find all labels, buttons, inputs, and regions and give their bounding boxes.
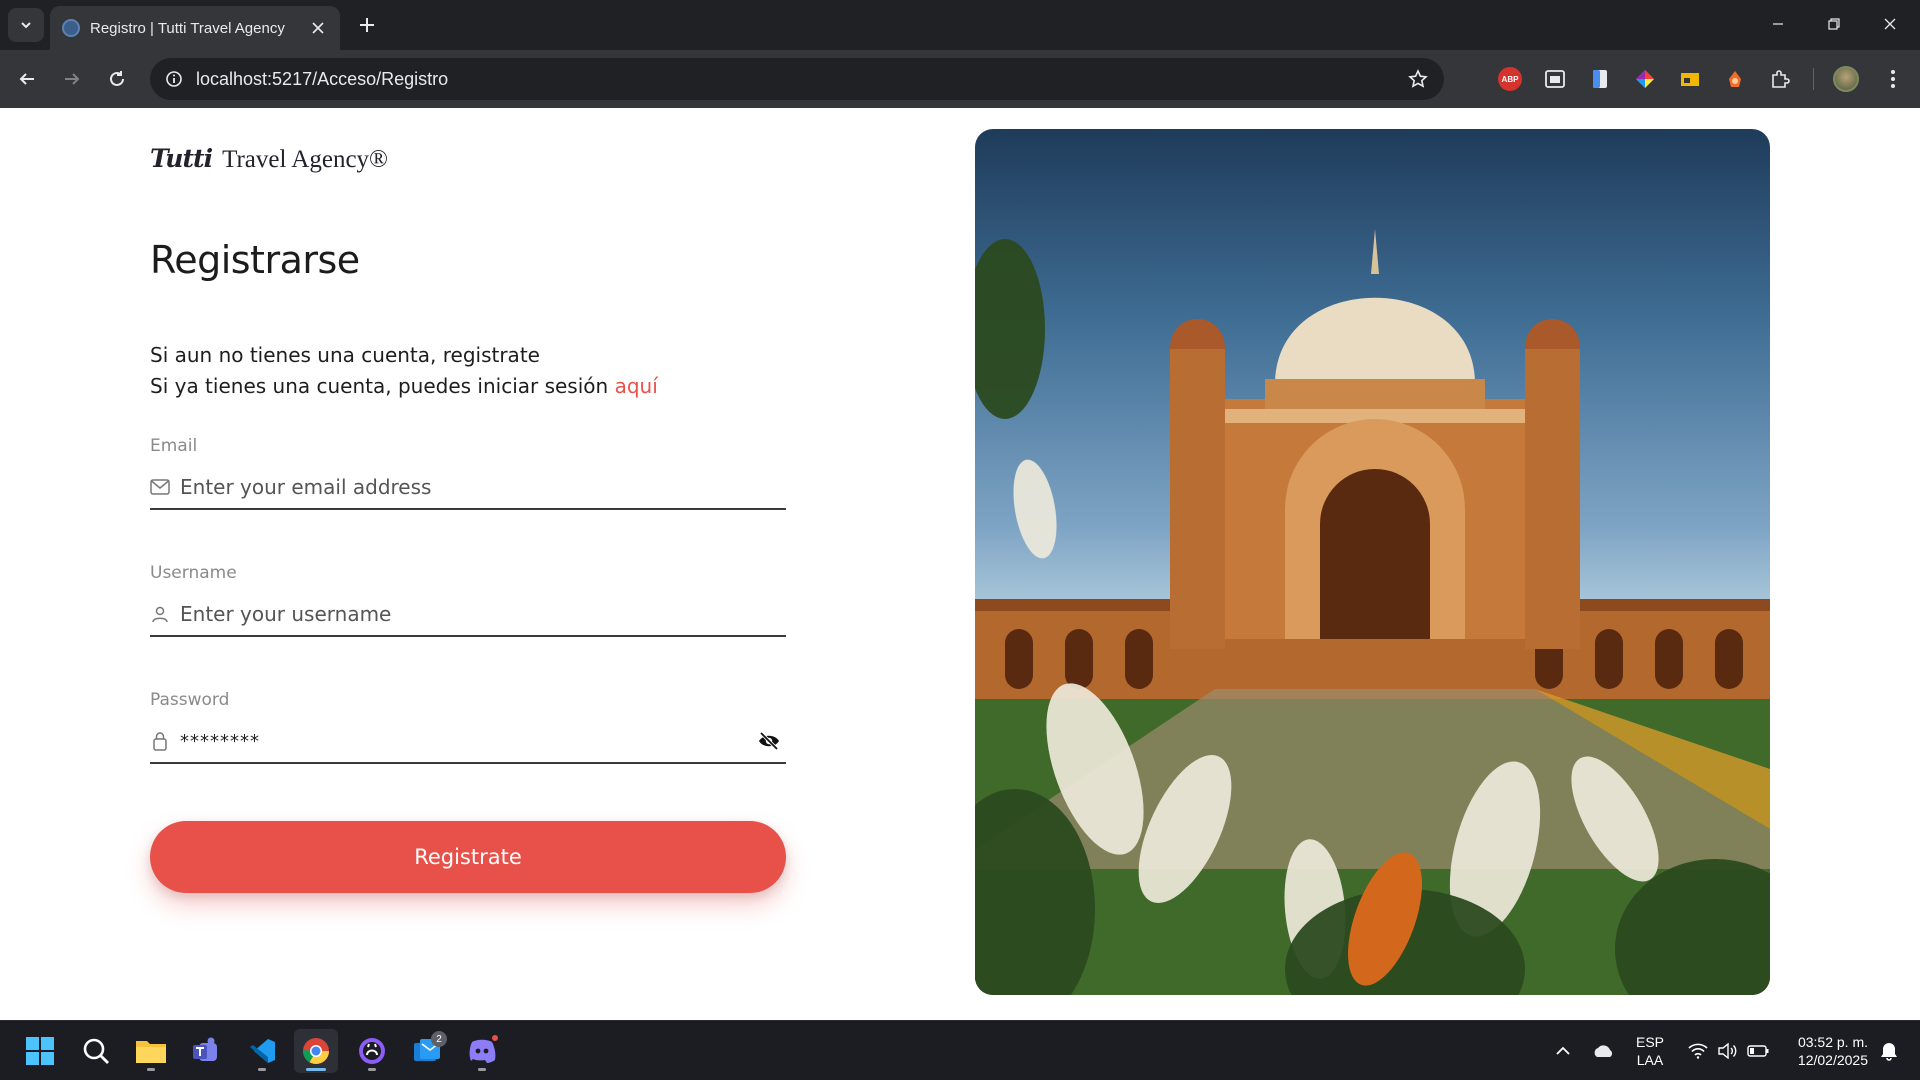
running-indicator (147, 1068, 155, 1071)
restore-button[interactable] (1806, 0, 1862, 48)
mail-app-icon[interactable]: 2 (405, 1029, 449, 1073)
register-button[interactable]: Registrate (150, 821, 786, 893)
tab-search-button[interactable] (8, 8, 44, 42)
arrow-left-icon (19, 73, 34, 85)
restore-icon (1828, 18, 1840, 30)
hero-monument-image (975, 129, 1770, 995)
intro-line-login: Si ya tienes una cuenta, puedes iniciar … (150, 371, 658, 402)
abp-icon[interactable]: ABP (1498, 67, 1522, 91)
folder-tag-icon[interactable] (1678, 67, 1702, 91)
github-desktop-icon[interactable] (350, 1029, 394, 1073)
intro-line-register: Si aun no tienes una cuenta, registrate (150, 343, 540, 367)
minimize-icon (1773, 23, 1783, 25)
browser-tab-active[interactable]: Registro | Tutti Travel Agency (50, 6, 340, 50)
running-indicator (478, 1068, 486, 1071)
address-bar[interactable]: localhost:5217/Acceso/Registro (150, 58, 1444, 100)
forward-button[interactable] (55, 62, 89, 96)
color-picker-icon[interactable] (1633, 67, 1657, 91)
page-title: Registrarse (150, 238, 360, 282)
clock-time: 03:52 p. m. (1797, 1034, 1868, 1050)
chrome-icon[interactable] (294, 1029, 338, 1073)
new-tab-button[interactable] (352, 10, 382, 40)
battery-icon[interactable] (1744, 1021, 1772, 1080)
search-icon[interactable] (74, 1029, 118, 1073)
username-field-group: Username (150, 563, 786, 637)
running-indicator-active (306, 1068, 326, 1071)
profile-avatar[interactable] (1833, 66, 1859, 92)
username-input[interactable] (180, 594, 786, 634)
clock-date: 12/02/2025 (1797, 1052, 1868, 1068)
logo-text: Travel Agency® (222, 146, 389, 173)
username-label: Username (150, 563, 237, 583)
login-link[interactable]: aquí (615, 374, 658, 398)
puzzle-icon[interactable] (1768, 67, 1792, 91)
language-code: ESP (1635, 1034, 1664, 1050)
running-indicator (368, 1068, 376, 1071)
windows-start-icon[interactable] (18, 1029, 62, 1073)
onedrive-cloud-icon[interactable] (1586, 1021, 1620, 1080)
registration-page: Tutti Travel Agency® Registrarse Si aun … (0, 108, 1920, 1020)
vscode-icon[interactable] (240, 1029, 284, 1073)
reload-button[interactable] (100, 62, 134, 96)
running-indicator (258, 1068, 266, 1071)
brand-logo[interactable]: Tutti Travel Agency® (150, 144, 388, 174)
email-label: Email (150, 436, 198, 456)
chevron-up-icon[interactable] (1548, 1021, 1578, 1080)
lock-icon (150, 731, 170, 751)
site-info-icon[interactable] (162, 67, 186, 91)
system-clock[interactable]: 03:52 p. m. 12/02/2025 (1778, 1021, 1868, 1080)
language-indicator[interactable]: ESP LAA (1630, 1021, 1670, 1080)
close-icon (1884, 18, 1896, 30)
notification-bell-icon[interactable] (1874, 1021, 1904, 1080)
password-field-row (150, 720, 786, 764)
email-input[interactable] (180, 467, 786, 507)
chevron-down-icon (21, 22, 31, 29)
browser-tab-strip: Registro | Tutti Travel Agency (0, 0, 1920, 50)
email-field-group: Email (150, 436, 786, 510)
browser-menu-button[interactable] (1876, 62, 1910, 96)
minimize-button[interactable] (1750, 0, 1806, 48)
bookmark-star-icon[interactable] (1406, 67, 1430, 91)
arrow-right-icon (65, 73, 80, 85)
window-icon[interactable] (1543, 67, 1567, 91)
tab-close-icon[interactable] (308, 18, 328, 38)
logo-script-text: Tutti (150, 144, 213, 173)
teams-icon[interactable] (184, 1029, 228, 1073)
document-icon[interactable] (1588, 67, 1612, 91)
password-input[interactable] (180, 721, 756, 761)
kebab-menu-icon (1891, 70, 1895, 88)
tab-title: Registro | Tutti Travel Agency (90, 19, 285, 37)
hero-illustration (975, 229, 1770, 995)
file-explorer-icon[interactable] (129, 1029, 173, 1073)
reload-icon (110, 71, 124, 86)
notification-dot (490, 1033, 500, 1043)
email-field-row (150, 466, 786, 510)
toolbar-separator (1813, 68, 1814, 90)
password-label: Password (150, 690, 230, 710)
windows-taskbar: 2 ESP LAA 03:52 p. m. 12/02/2025 (0, 1020, 1920, 1080)
site-favicon-icon (62, 19, 80, 37)
volume-icon[interactable] (1714, 1021, 1742, 1080)
username-field-row (150, 593, 786, 637)
password-field-group: Password (150, 690, 786, 764)
plus-icon (360, 18, 374, 32)
keyboard-layout: LAA (1636, 1052, 1664, 1068)
eye-slash-icon[interactable] (756, 728, 782, 754)
fox-icon[interactable] (1723, 67, 1747, 91)
mail-badge: 2 (431, 1031, 447, 1047)
user-icon (150, 604, 170, 624)
discord-icon[interactable] (460, 1029, 504, 1073)
wifi-icon[interactable] (1684, 1021, 1712, 1080)
mail-icon (150, 477, 170, 497)
browser-toolbar: localhost:5217/Acceso/Registro ABP (0, 50, 1920, 108)
address-url[interactable]: localhost:5217/Acceso/Registro (196, 69, 448, 90)
back-button[interactable] (10, 62, 44, 96)
intro-login-text: Si ya tienes una cuenta, puedes iniciar … (150, 374, 609, 398)
close-window-button[interactable] (1862, 0, 1918, 48)
intro-text: Si aun no tienes una cuenta, registrate … (150, 340, 658, 402)
